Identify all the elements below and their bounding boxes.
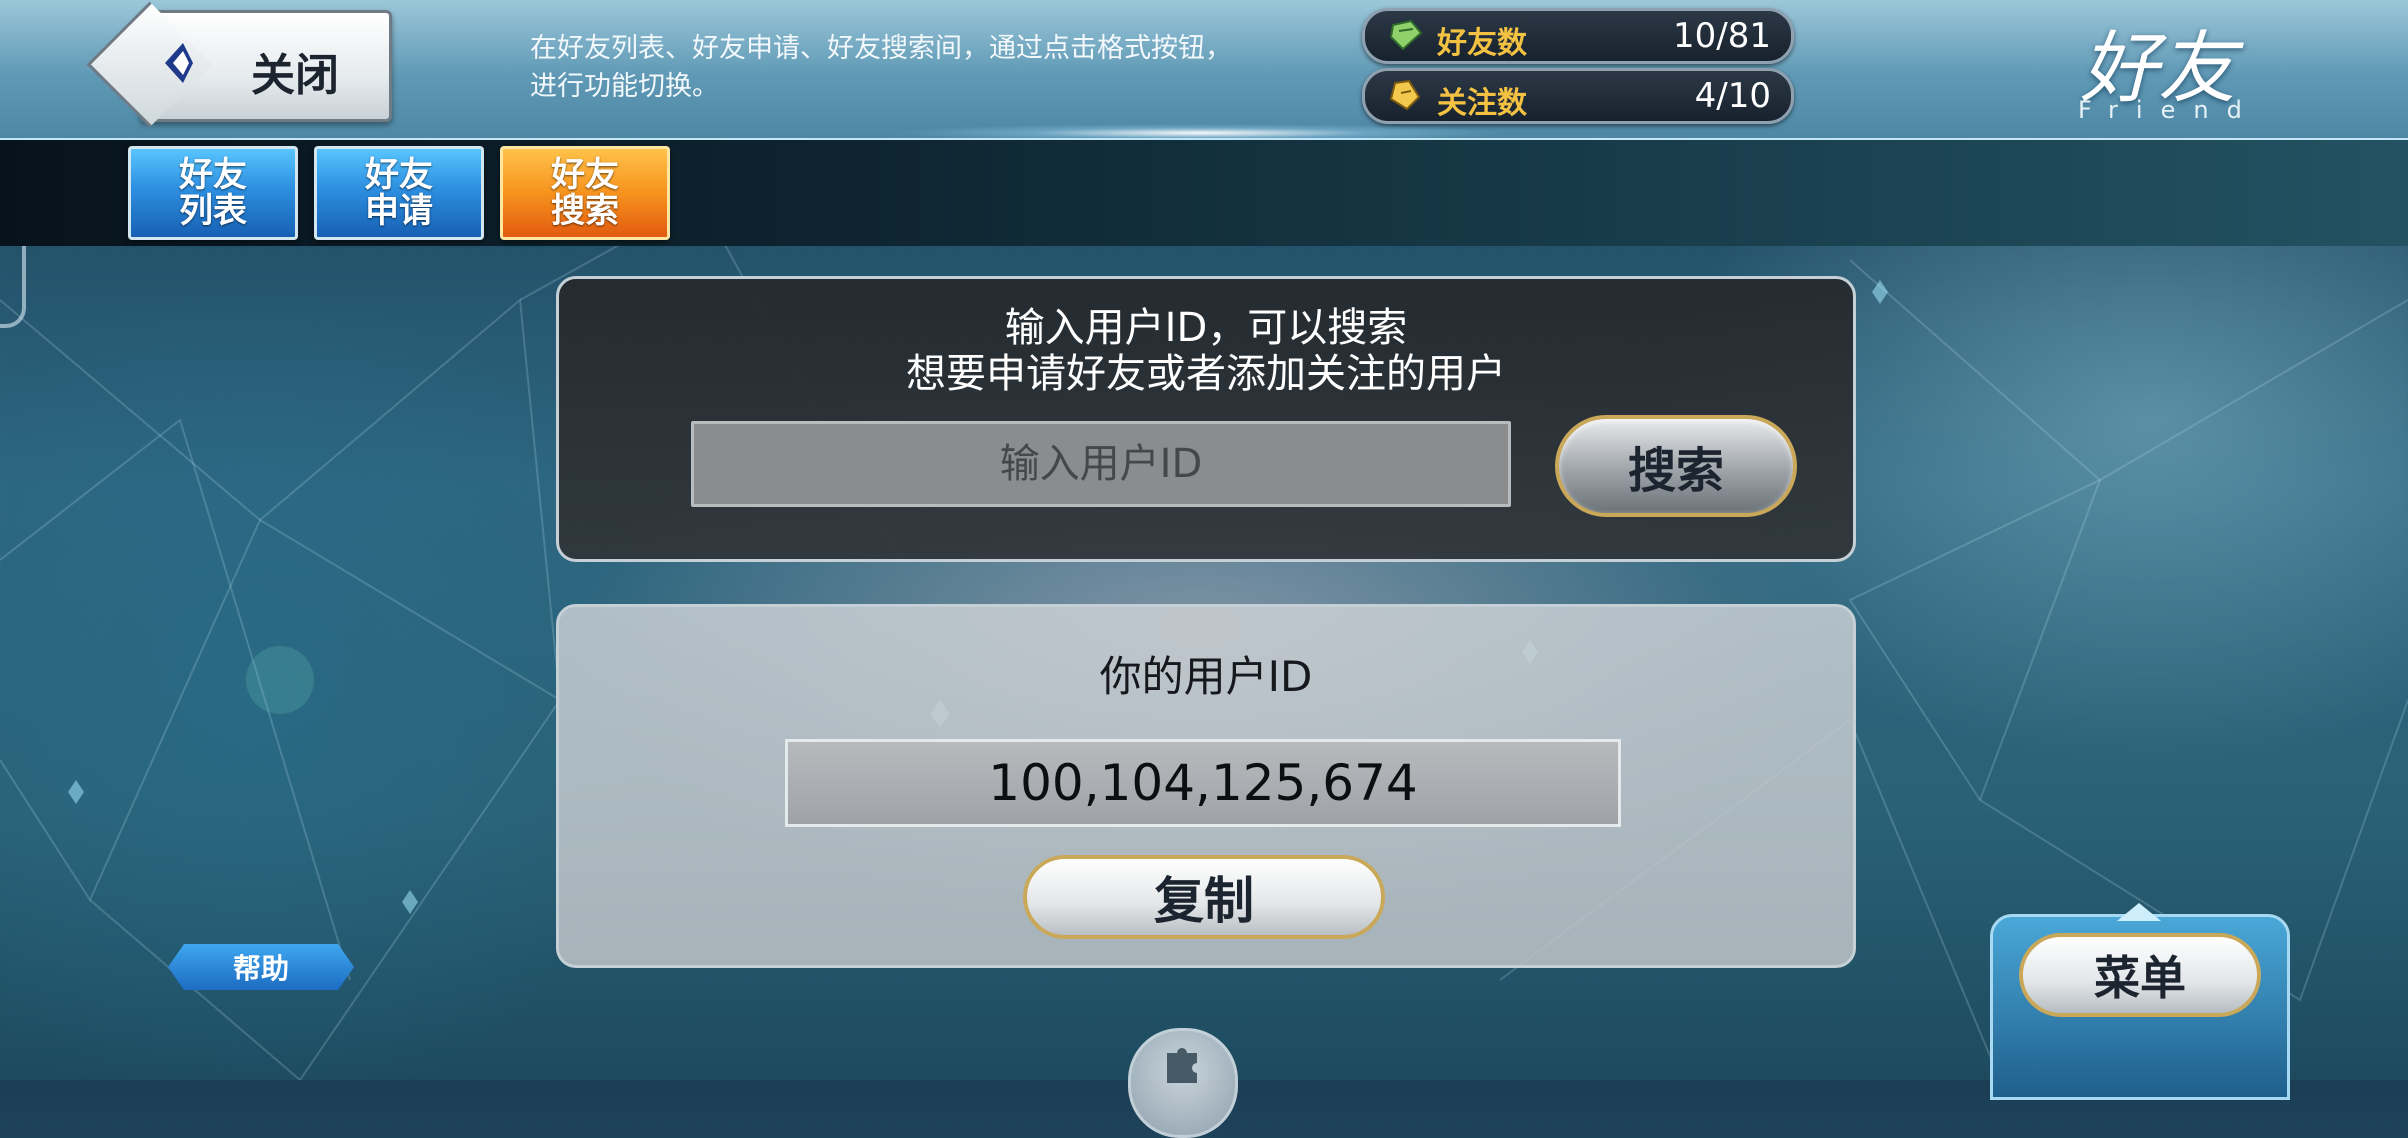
close-button[interactable]: 关闭 <box>86 1 392 128</box>
user-id-search-input[interactable] <box>691 421 1511 507</box>
menu-caret-icon <box>2117 903 2161 921</box>
close-label: 关闭 <box>251 50 339 101</box>
help-label: 帮助 <box>232 952 289 985</box>
tab-friend-list-line2: 列表 <box>179 191 247 231</box>
hint-line-1: 在好友列表、好友申请、好友搜索间，通过点击格式按钮， <box>530 33 1232 64</box>
page-subtitle: Friend <box>2078 96 2260 124</box>
tab-friend-requests-line1: 好友 <box>365 155 433 195</box>
tab-friend-search[interactable]: 好友 搜索 <box>500 146 670 240</box>
follow-count-pill: 关注数 4/10 <box>1362 68 1794 124</box>
follow-count-value: 4/10 <box>1694 76 1771 116</box>
follow-count-label: 关注数 <box>1437 86 1527 121</box>
search-button[interactable]: 搜索 <box>1555 415 1797 517</box>
follow-count-icon <box>1389 79 1421 111</box>
tab-strip: 好友 列表 好友 申请 好友 搜索 <box>0 140 2408 246</box>
tab-friend-requests[interactable]: 好友 申请 <box>314 146 484 240</box>
search-prompt-line1: 输入用户ID，可以搜索 <box>1004 305 1408 351</box>
friend-count-label: 好友数 <box>1437 26 1527 61</box>
hint-line-2: 进行功能切换。 <box>530 71 719 102</box>
tab-friend-requests-line2: 申请 <box>365 191 433 231</box>
search-panel: 输入用户ID，可以搜索 想要申请好友或者添加关注的用户 搜索 <box>556 276 1856 562</box>
user-id-value: 100,104,125,674 <box>785 739 1621 827</box>
copy-button[interactable]: 复制 <box>1023 855 1385 939</box>
close-button-arrow <box>86 1 213 128</box>
help-button[interactable]: 帮助 <box>168 944 354 990</box>
friend-count-value: 10/81 <box>1673 16 1771 56</box>
hint-text: 在好友列表、好友申请、好友搜索间，通过点击格式按钮， 进行功能切换。 <box>530 30 1330 106</box>
friend-count-icon <box>1389 19 1423 51</box>
search-prompt-line2: 想要申请好友或者添加关注的用户 <box>906 351 1506 397</box>
menu-frame: 菜单 <box>1990 903 2290 1100</box>
tab-friend-search-line1: 好友 <box>551 155 619 195</box>
tab-friend-search-line2: 搜索 <box>551 191 619 231</box>
menu-button[interactable]: 菜单 <box>2019 933 2261 1017</box>
user-id-title: 你的用户ID <box>1099 652 1313 701</box>
back-arrow-icon <box>165 43 193 83</box>
user-id-panel: 你的用户ID 100,104,125,674 复制 <box>556 604 1856 968</box>
puzzle-icon[interactable] <box>1128 1028 1238 1138</box>
tab-friend-list[interactable]: 好友 列表 <box>128 146 298 240</box>
friend-count-pill: 好友数 10/81 <box>1362 8 1794 64</box>
puzzle-icon-glyph <box>1167 1048 1197 1083</box>
top-bar: 关闭 在好友列表、好友申请、好友搜索间，通过点击格式按钮， 进行功能切换。 好友… <box>0 0 2408 141</box>
tab-friend-list-line1: 好友 <box>179 155 247 195</box>
